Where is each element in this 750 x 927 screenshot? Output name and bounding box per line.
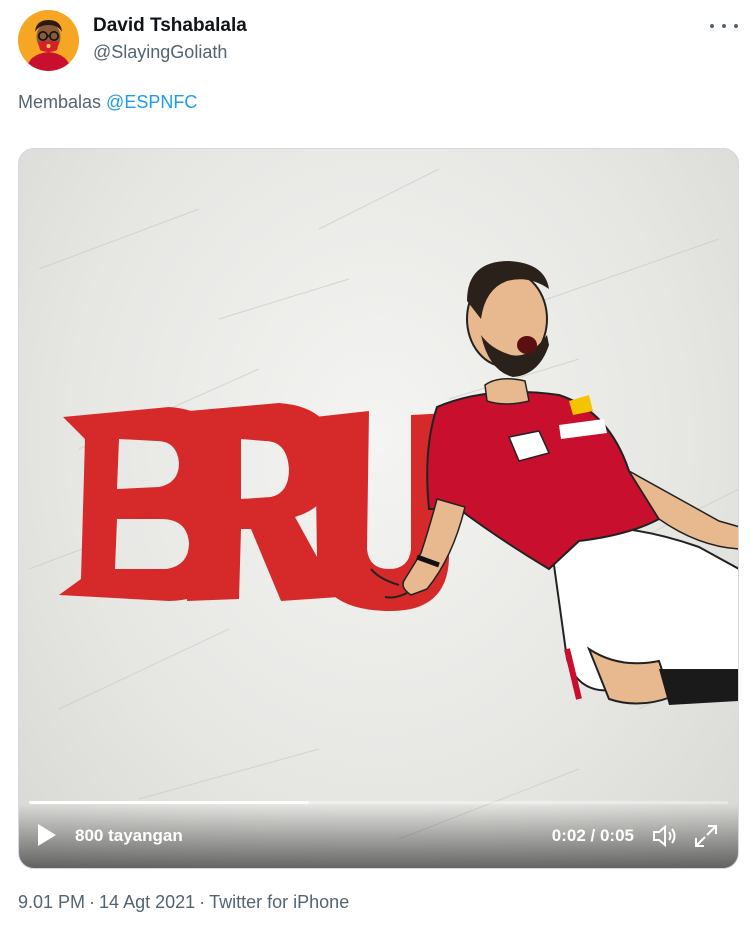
bru-lettering (59, 403, 449, 611)
video-player[interactable]: 800 tayangan 0:02 / 0:05 (18, 148, 739, 869)
tweet-time[interactable]: 9.01 PM (18, 892, 85, 912)
user-avatar-icon (18, 10, 79, 71)
avatar[interactable] (18, 10, 79, 71)
separator: · (89, 892, 96, 912)
tweet-source[interactable]: Twitter for iPhone (209, 892, 349, 912)
tweet-header: David Tshabalala @SlayingGoliath (18, 10, 738, 72)
video-frame (28, 168, 738, 840)
tweet-date[interactable]: 14 Agt 2021 (99, 892, 195, 912)
display-name[interactable]: David Tshabalala (93, 14, 247, 38)
dot (710, 24, 714, 28)
view-count: 800 tayangan (75, 826, 183, 845)
user-handle[interactable]: @SlayingGoliath (93, 40, 247, 64)
video-controls: 800 tayangan 0:02 / 0:05 (19, 804, 738, 868)
tweet-meta: 9.01 PM · 14 Agt 2021 · Twitter for iPhone (18, 892, 349, 913)
fullscreen-icon[interactable] (692, 822, 720, 850)
separator: · (199, 892, 206, 912)
reply-context: Membalas @ESPNFC (18, 92, 197, 113)
reply-mention-link[interactable]: @ESPNFC (106, 92, 197, 112)
more-options-icon[interactable] (710, 16, 738, 36)
play-icon[interactable] (35, 822, 59, 848)
volume-icon[interactable] (650, 822, 678, 850)
reply-prefix: Membalas (18, 92, 102, 112)
dot (734, 24, 738, 28)
video-time: 0:02 / 0:05 (551, 826, 634, 845)
dot (722, 24, 726, 28)
